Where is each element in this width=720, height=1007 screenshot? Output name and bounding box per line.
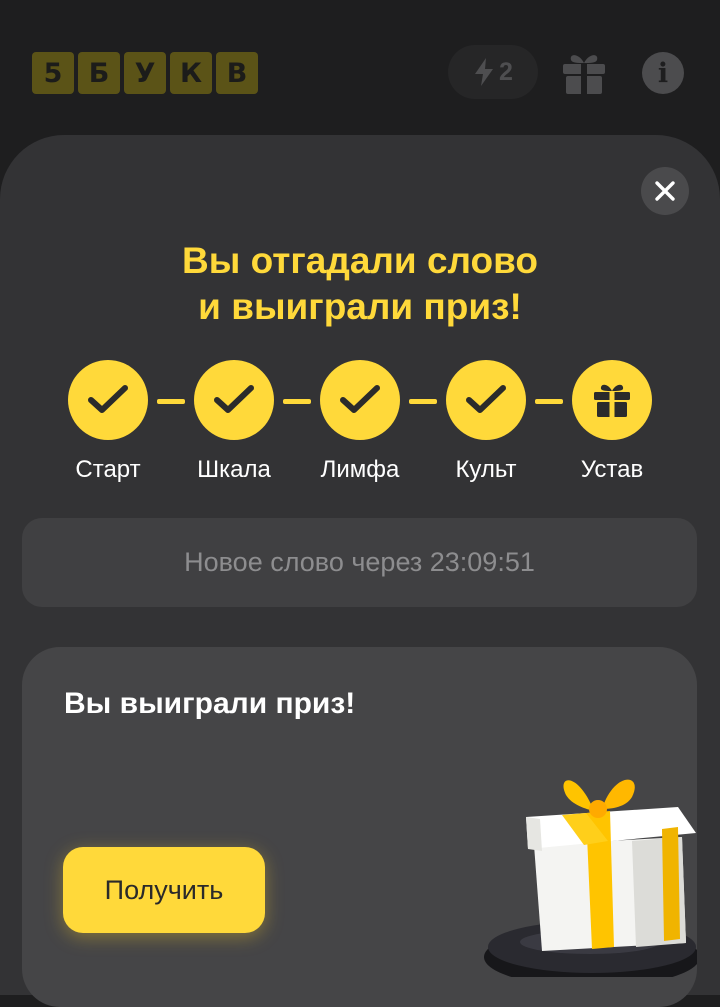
logo-tile: В — [216, 52, 258, 94]
step-label: Культ — [455, 456, 517, 483]
headline-line-2: и выиграли приз! — [198, 286, 522, 327]
step-circle — [320, 360, 400, 440]
logo-tile: Б — [78, 52, 120, 94]
next-word-countdown: Новое слово через 23:09:51 — [22, 518, 697, 607]
step-limfa: Лимфа — [300, 360, 420, 484]
countdown-text: Новое слово через 23:09:51 — [184, 547, 535, 577]
check-icon — [466, 385, 506, 413]
logo-tile: У — [124, 52, 166, 94]
step-label: Лимфа — [320, 456, 400, 483]
logo-tile: 5 — [32, 52, 74, 94]
info-button[interactable]: i — [642, 52, 684, 94]
prize-title: Вы выиграли приз! — [64, 687, 356, 720]
gift-icon — [563, 55, 605, 94]
app-logo: 5 Б У К В — [32, 52, 258, 94]
gift-box-illustration — [484, 779, 697, 977]
get-prize-button[interactable]: Получить — [63, 847, 265, 933]
gift-icon — [594, 384, 630, 417]
step-circle — [68, 360, 148, 440]
energy-count: 2 — [499, 57, 513, 86]
step-start: Старт — [48, 360, 168, 484]
step-shkala: Шкала — [174, 360, 294, 484]
step-circle — [446, 360, 526, 440]
prize-card: Вы выиграли приз! Получить — [22, 647, 697, 1007]
check-icon — [340, 385, 380, 413]
win-headline: Вы отгадали слово и выиграли приз! — [0, 238, 720, 330]
check-icon — [88, 385, 128, 413]
close-button[interactable] — [641, 167, 689, 215]
check-icon — [214, 385, 254, 413]
close-icon — [655, 181, 675, 201]
step-label: Старт — [75, 456, 141, 483]
headline-line-1: Вы отгадали слово — [181, 240, 539, 281]
energy-counter-button[interactable]: 2 — [448, 45, 538, 99]
top-bar: 5 Б У К В 2 i — [0, 0, 720, 130]
info-icon: i — [657, 57, 669, 89]
logo-tile: К — [170, 52, 212, 94]
lightning-icon — [475, 58, 494, 86]
step-kult: Культ — [426, 360, 546, 484]
step-label: Устав — [580, 456, 644, 483]
step-circle — [194, 360, 274, 440]
step-label: Шкала — [197, 456, 271, 483]
progress-steps: Старт Шкала Лимфа Культ Устав — [0, 360, 720, 490]
step-ustav: Устав — [552, 360, 672, 484]
step-circle — [572, 360, 652, 440]
gift-button[interactable] — [561, 51, 607, 95]
